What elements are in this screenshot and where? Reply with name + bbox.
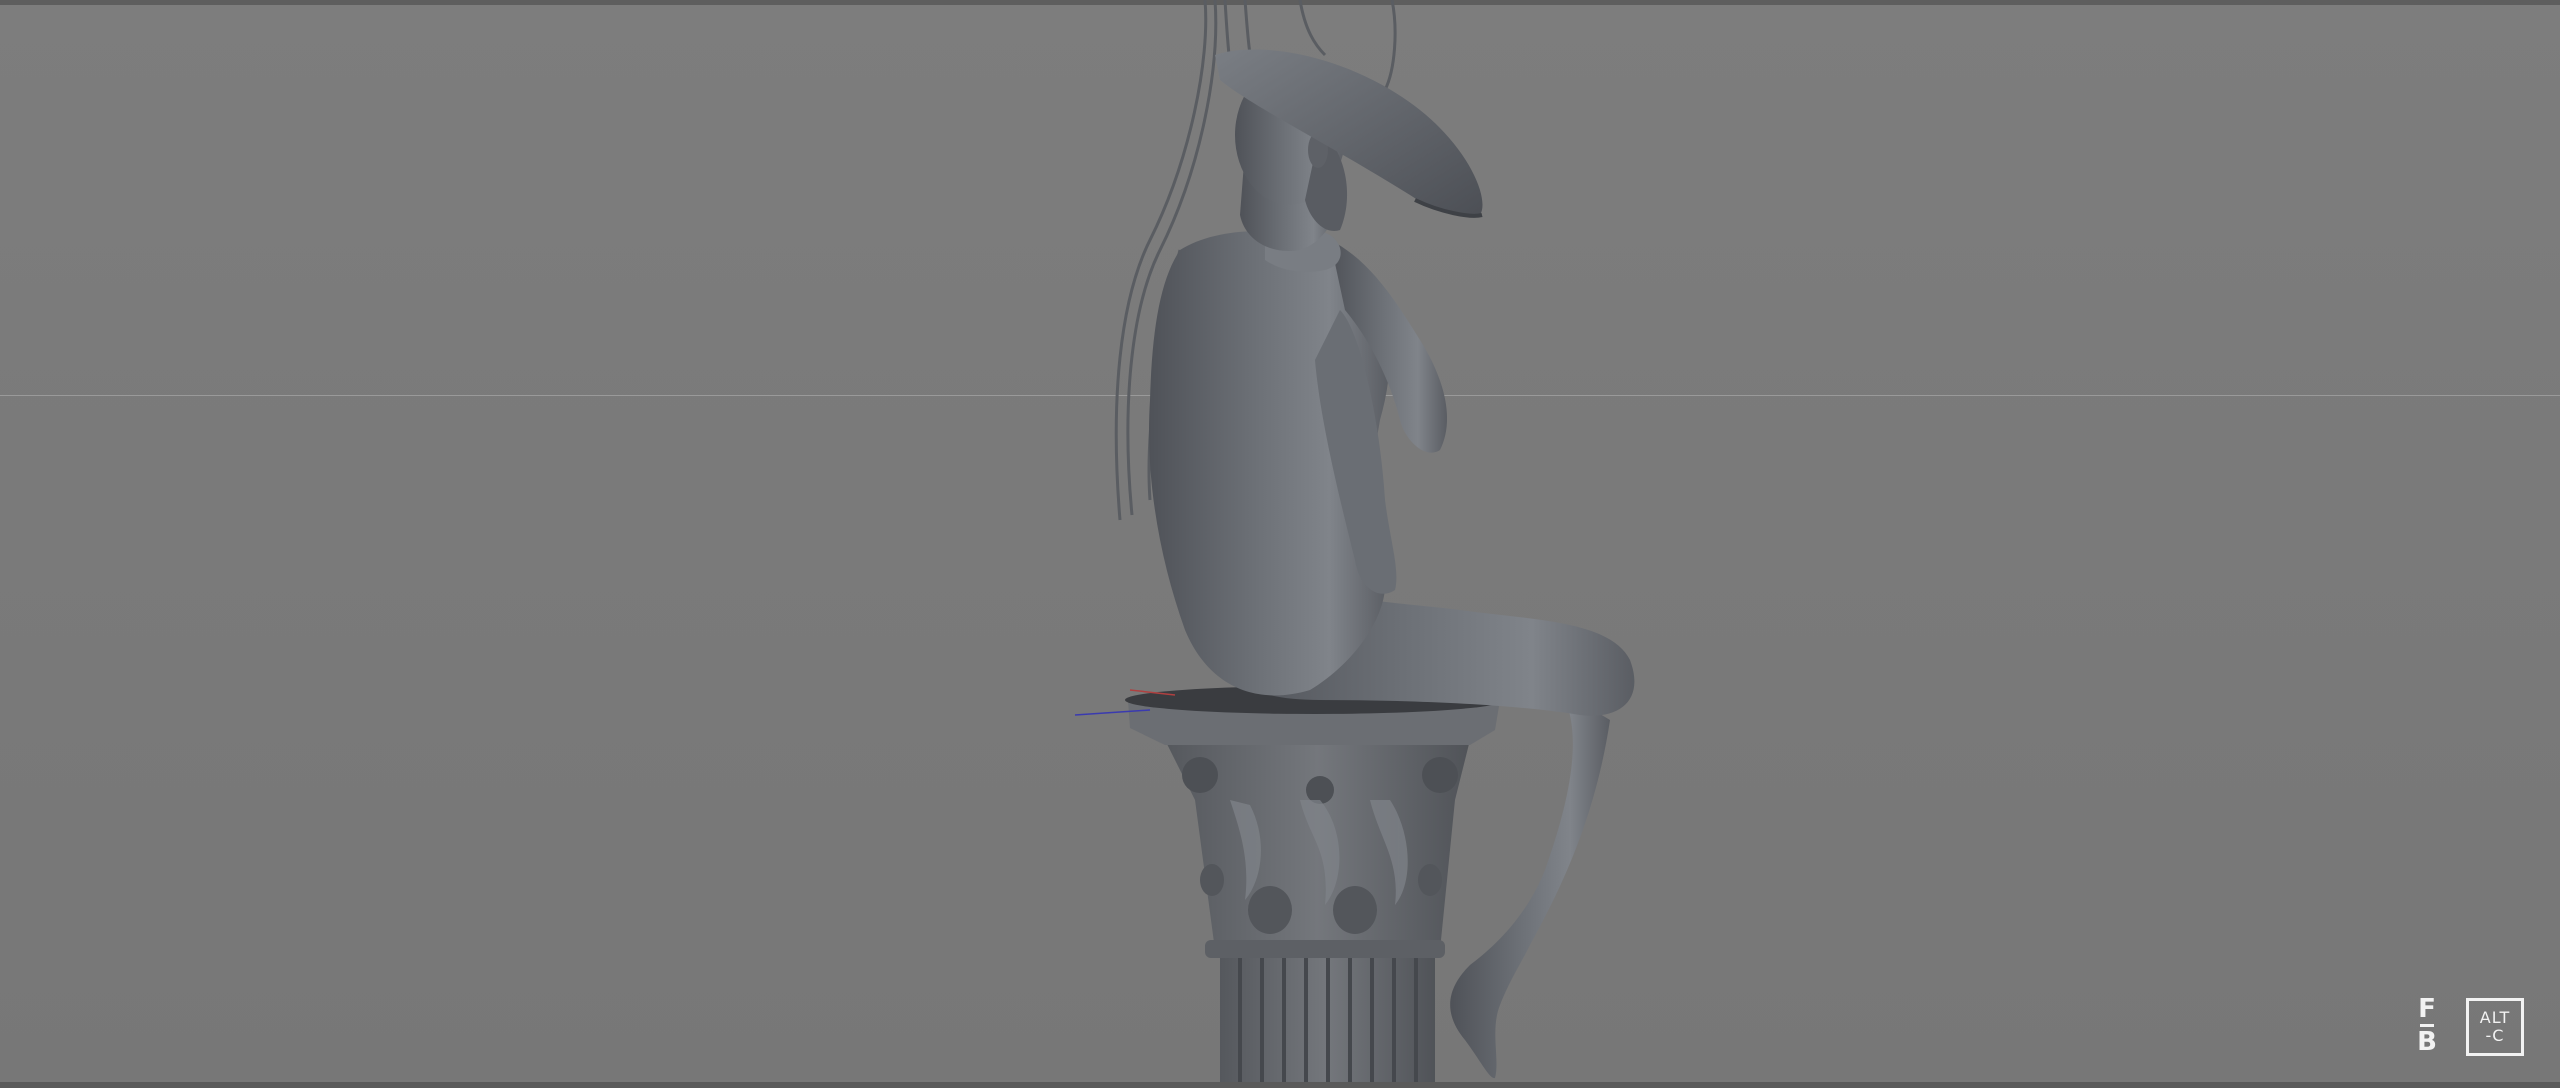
3d-viewport[interactable]: F B ALT -C	[0, 0, 2560, 1088]
column	[1125, 686, 1505, 1088]
alt-c-watermark-logo: ALT -C	[2466, 998, 2524, 1056]
fb-letter-bottom: B	[2417, 1027, 2437, 1057]
viewport-bottom-border	[0, 1082, 2560, 1088]
sculpture-render	[1074, 0, 1635, 1088]
fb-letter-top: F	[2418, 994, 2436, 1024]
alt-c-line1: ALT	[2479, 1008, 2511, 1027]
fb-watermark-logo: F B	[2412, 996, 2442, 1060]
alt-c-line2: -C	[2485, 1026, 2505, 1045]
